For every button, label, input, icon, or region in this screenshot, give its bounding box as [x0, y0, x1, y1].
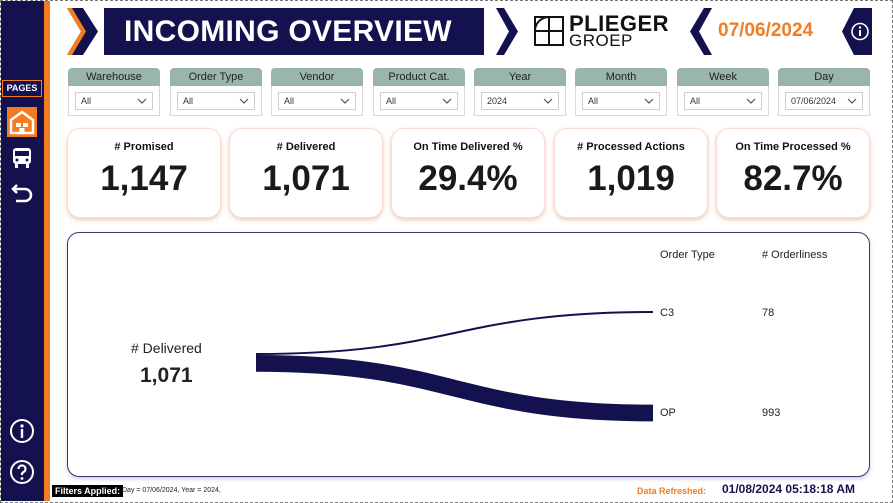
filter-dropdown[interactable]: All — [582, 92, 660, 110]
filter-body: 07/06/2024 — [778, 86, 870, 116]
kpi-value: 1,147 — [100, 159, 188, 198]
chevron-down-icon — [442, 98, 452, 104]
chevron-down-icon — [746, 98, 756, 104]
sidebar-accent-bar — [44, 1, 50, 501]
row-orderliness-count: 993 — [762, 407, 781, 419]
filter-body: All — [68, 86, 160, 116]
chevron-down-icon — [543, 98, 553, 104]
kpi-value: 29.4% — [418, 159, 518, 198]
filter-order-type[interactable]: Order Type All — [170, 68, 262, 116]
chevron-down-icon — [340, 98, 350, 104]
data-refreshed-label: Data Refreshed: — [637, 486, 707, 496]
filter-body: All — [170, 86, 262, 116]
filter-value: 2024 — [487, 96, 508, 106]
chevron-left-icon[interactable] — [690, 8, 712, 55]
source-value: 1,071 — [140, 364, 193, 387]
info-icon[interactable] — [7, 416, 37, 446]
column-header-orderliness: # Orderliness — [762, 249, 828, 261]
filter-label: Order Type — [170, 68, 262, 86]
delivered-breakdown-panel: Order Type # Orderliness # Delivered 1,0… — [67, 232, 870, 477]
filter-dropdown[interactable]: All — [380, 92, 458, 110]
filter-label: Vendor — [271, 68, 363, 86]
logo-mark-icon — [534, 16, 564, 46]
kpi-value: 1,019 — [587, 159, 675, 198]
filter-value: All — [386, 96, 397, 106]
kpi-label: # Delivered — [276, 141, 336, 153]
chevron-down-icon — [847, 98, 857, 104]
filter-year[interactable]: Year 2024 — [474, 68, 566, 116]
logo-subtitle: GROEP — [569, 31, 633, 50]
filter-warehouse[interactable]: Warehouse All — [68, 68, 160, 116]
filter-value: All — [588, 96, 599, 106]
filter-label: Warehouse — [68, 68, 160, 86]
chevron-down-icon — [239, 98, 249, 104]
kpi-label: On Time Processed % — [735, 141, 851, 153]
source-label: # Delivered — [131, 340, 202, 356]
filter-body: 2024 — [474, 86, 566, 116]
filter-dropdown[interactable]: All — [75, 92, 153, 110]
filter-dropdown[interactable]: All — [684, 92, 762, 110]
filter-label: Product Cat. — [373, 68, 465, 86]
chevron-down-icon — [644, 98, 654, 104]
filter-value: All — [690, 96, 701, 106]
filter-week[interactable]: Week All — [677, 68, 769, 116]
filter-value: All — [81, 96, 92, 106]
filter-body: All — [677, 86, 769, 116]
data-refreshed-value: 01/08/2024 05:18:18 AM — [722, 482, 855, 496]
filter-month[interactable]: Month All — [575, 68, 667, 116]
row-order-type: C3 — [660, 307, 675, 319]
kpi-value: 82.7% — [743, 159, 843, 198]
filter-dropdown[interactable]: 07/06/2024 — [785, 92, 863, 110]
chevron-right-icon — [496, 8, 518, 55]
filter-dropdown[interactable]: 2024 — [481, 92, 559, 110]
chevron-down-icon — [137, 98, 147, 104]
bus-icon[interactable] — [7, 143, 37, 173]
filter-value: 07/06/2024 — [791, 96, 837, 106]
filter-vendor[interactable]: Vendor All — [271, 68, 363, 116]
kpi-label: # Processed Actions — [577, 141, 685, 153]
kpi-card: On Time Delivered % 29.4% — [392, 129, 544, 217]
filter-body: All — [271, 86, 363, 116]
chevron-right-icon — [67, 8, 98, 55]
filter-label: Day — [778, 68, 870, 86]
filter-day[interactable]: Day 07/06/2024 — [778, 68, 870, 116]
company-logo: PLIEGER GROEP — [533, 11, 673, 50]
filters-applied-label: Filters Applied: — [52, 485, 124, 497]
filter-value: All — [284, 96, 295, 106]
filter-label: Week — [677, 68, 769, 86]
back-arrow-icon[interactable] — [7, 176, 37, 206]
filter-label: Year — [474, 68, 566, 86]
filter-body: All — [575, 86, 667, 116]
kpi-card: # Delivered 1,071 — [230, 129, 382, 217]
filter-value: All — [183, 96, 194, 106]
filter-dropdown[interactable]: All — [177, 92, 255, 110]
flow-band-op[interactable] — [255, 355, 654, 422]
warehouse-icon[interactable] — [7, 107, 37, 137]
filters-applied-text: Day = 07/06/2024, Year = 2024, — [122, 487, 221, 494]
kpi-card: # Processed Actions 1,019 — [555, 129, 707, 217]
filter-dropdown[interactable]: All — [278, 92, 356, 110]
row-order-type: OP — [660, 407, 676, 419]
selected-date: 07/06/2024 — [718, 20, 814, 41]
filter-product-cat[interactable]: Product Cat. All — [373, 68, 465, 116]
filter-label: Month — [575, 68, 667, 86]
kpi-value: 1,071 — [262, 159, 350, 198]
kpi-label: On Time Delivered % — [413, 141, 523, 153]
info-button[interactable] — [842, 8, 872, 55]
row-orderliness-count: 78 — [762, 307, 775, 319]
filter-body: All — [373, 86, 465, 116]
page-title: INCOMING OVERVIEW — [104, 8, 484, 55]
kpi-card: On Time Processed % 82.7% — [717, 129, 869, 217]
help-icon[interactable] — [7, 457, 37, 487]
flow-band-c3[interactable] — [255, 311, 654, 355]
kpi-card: # Promised 1,147 — [68, 129, 220, 217]
column-header-order-type: Order Type — [660, 249, 715, 261]
kpi-label: # Promised — [114, 141, 174, 153]
pages-label: PAGES — [2, 80, 42, 97]
